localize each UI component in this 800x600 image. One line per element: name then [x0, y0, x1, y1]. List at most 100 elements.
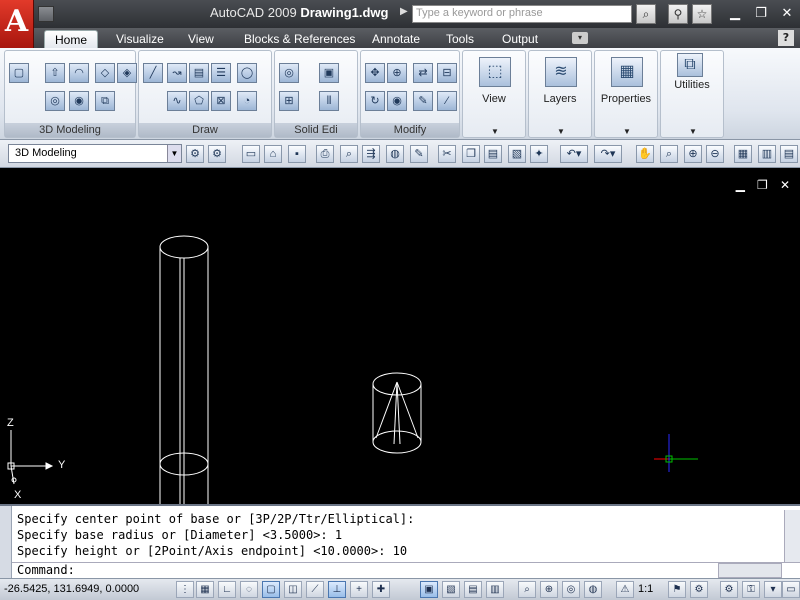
communication-center-icon[interactable]: ⚲: [668, 4, 688, 24]
dynamic-ucs-icon[interactable]: ⊥: [328, 581, 346, 598]
zoom-previous-icon[interactable]: ⊖: [706, 145, 724, 163]
polygon-icon[interactable]: ⬠: [189, 91, 209, 111]
orbit-icon[interactable]: ◍: [584, 581, 602, 598]
dynamic-input-icon[interactable]: +: [350, 581, 368, 598]
tool-palettes-icon[interactable]: ▤: [780, 145, 798, 163]
quick-view-layouts-icon[interactable]: ▤: [464, 581, 482, 598]
steering-wheel-icon[interactable]: ⌕: [518, 581, 536, 598]
new-file-icon[interactable]: ▭: [242, 145, 260, 163]
copy-icon[interactable]: ❐: [462, 145, 480, 163]
rectangle-icon[interactable]: ⊠: [211, 91, 231, 111]
tab-annotate[interactable]: Annotate: [362, 30, 430, 48]
print-preview-icon[interactable]: ⌕: [340, 145, 358, 163]
command-horizontal-scrollbar[interactable]: [718, 563, 782, 578]
extrude-faces-icon[interactable]: ▣: [319, 63, 339, 83]
favorites-star-icon[interactable]: ☆: [692, 4, 712, 24]
publish-icon[interactable]: ⇶: [362, 145, 380, 163]
status-bar-menu-icon[interactable]: ▾: [764, 581, 782, 598]
polar-tracking-icon[interactable]: ◌: [240, 581, 258, 598]
panel-layers[interactable]: ≋ Layers ▼: [528, 50, 592, 138]
fillet-icon[interactable]: ✎: [413, 91, 433, 111]
panel-label-solid-editing[interactable]: Solid Edi: [275, 123, 357, 137]
redo-icon[interactable]: ↷▾: [594, 145, 622, 163]
panel-label-modify[interactable]: Modify: [361, 123, 459, 137]
line-icon[interactable]: ╱: [143, 63, 163, 83]
edit-icon[interactable]: ✎: [410, 145, 428, 163]
cylinder-tall[interactable]: [159, 235, 209, 504]
command-scrollbar[interactable]: [784, 510, 800, 562]
cylinder-short[interactable]: [372, 372, 422, 454]
rotate-icon[interactable]: ↻: [365, 91, 385, 111]
search-expand-icon[interactable]: ▶: [400, 6, 408, 17]
command-prompt[interactable]: Command:: [17, 563, 75, 577]
open-file-icon[interactable]: ⌂: [264, 145, 282, 163]
zoom-realtime-icon[interactable]: ⌕: [660, 145, 678, 163]
application-menu-button[interactable]: A: [0, 0, 34, 48]
command-window-grip[interactable]: [0, 506, 12, 580]
3d-object-snap-icon[interactable]: ◫: [284, 581, 302, 598]
chevron-down-icon[interactable]: ▼: [167, 145, 181, 162]
tab-output[interactable]: Output: [492, 30, 548, 48]
revolve-icon[interactable]: ◠: [69, 63, 89, 83]
undo-icon[interactable]: ↶▾: [560, 145, 588, 163]
save-icon[interactable]: ▪: [288, 145, 306, 163]
tab-view[interactable]: View: [178, 30, 224, 48]
circle-icon[interactable]: ◯: [237, 63, 257, 83]
3d-mirror-icon[interactable]: ◉: [387, 91, 407, 111]
match-properties-icon[interactable]: ▧: [508, 145, 526, 163]
design-center-icon[interactable]: ▥: [758, 145, 776, 163]
polyline-icon[interactable]: ↝: [167, 63, 187, 83]
drawing-viewport[interactable]: ▁ ❐ ✕ Z Y X: [0, 168, 800, 504]
table-icon[interactable]: ☰: [211, 63, 231, 83]
cut-icon[interactable]: ✂: [438, 145, 456, 163]
section-icon[interactable]: ◈: [117, 63, 137, 83]
move-icon[interactable]: ✥: [365, 63, 385, 83]
box-icon[interactable]: ▢: [9, 63, 29, 83]
auto-scale-icon[interactable]: ⚙: [690, 581, 708, 598]
search-input[interactable]: Type a keyword or phrase: [412, 5, 632, 23]
annotation-scale-icon[interactable]: ⚠: [616, 581, 634, 598]
intersect-icon[interactable]: ⧉: [95, 91, 115, 111]
panel-label-draw[interactable]: Draw: [139, 123, 271, 137]
union-solid-icon[interactable]: ◎: [279, 63, 299, 83]
zoom-window-icon[interactable]: ⊕: [684, 145, 702, 163]
tab-home[interactable]: Home: [44, 30, 99, 48]
ribbon-minimize-icon[interactable]: ▾: [572, 32, 588, 44]
tab-tools[interactable]: Tools: [436, 30, 484, 48]
presspull-icon[interactable]: ◇: [95, 63, 115, 83]
3d-rotate-icon[interactable]: ⊕: [387, 63, 407, 83]
slice-icon[interactable]: ⊞: [279, 91, 299, 111]
spline-icon[interactable]: ∿: [167, 91, 187, 111]
panel-utilities[interactable]: ⧉ Utilities ▼: [660, 50, 724, 138]
toolbar-lock-icon[interactable]: ⚿: [742, 581, 760, 598]
layout1-icon[interactable]: ▧: [442, 581, 460, 598]
restore-button[interactable]: ❐: [750, 4, 772, 24]
snap-mode-icon[interactable]: ⋮: [176, 581, 194, 598]
quick-view-drawings-icon[interactable]: ▥: [486, 581, 504, 598]
paste-icon[interactable]: ▤: [484, 145, 502, 163]
model-space-canvas[interactable]: Z Y X: [0, 168, 800, 504]
search-icon[interactable]: ⌕: [636, 4, 656, 24]
panel-view[interactable]: ⬚ View ▼: [462, 50, 526, 138]
arc-icon[interactable]: ◔: [237, 91, 257, 111]
3d-dwf-icon[interactable]: ◍: [386, 145, 404, 163]
close-button[interactable]: ✕: [776, 4, 798, 24]
ortho-mode-icon[interactable]: ∟: [218, 581, 236, 598]
showmotion-icon[interactable]: ◎: [562, 581, 580, 598]
help-icon[interactable]: ?: [778, 30, 794, 46]
workspace-customize-icon[interactable]: ⚙: [208, 145, 226, 163]
lineweight-icon[interactable]: ✚: [372, 581, 390, 598]
3d-align-icon[interactable]: ⇄: [413, 63, 433, 83]
panel-label-3d-modeling[interactable]: 3D Modeling: [5, 123, 135, 137]
3d-array-icon[interactable]: ⊟: [437, 63, 457, 83]
separate-icon[interactable]: ⫴: [319, 91, 339, 111]
annotation-visibility-icon[interactable]: ⚑: [668, 581, 686, 598]
minimize-button[interactable]: ▁: [724, 4, 746, 24]
coordinate-readout[interactable]: -26.5425, 131.6949, 0.0000: [4, 583, 139, 595]
zoom-icon[interactable]: ⊕: [540, 581, 558, 598]
grid-display-icon[interactable]: ▦: [196, 581, 214, 598]
object-snap-icon[interactable]: ▢: [262, 581, 280, 598]
scale-icon[interactable]: ⁄: [437, 91, 457, 111]
annotation-scale-value[interactable]: 1:1: [638, 583, 653, 595]
tab-visualize[interactable]: Visualize: [106, 30, 174, 48]
